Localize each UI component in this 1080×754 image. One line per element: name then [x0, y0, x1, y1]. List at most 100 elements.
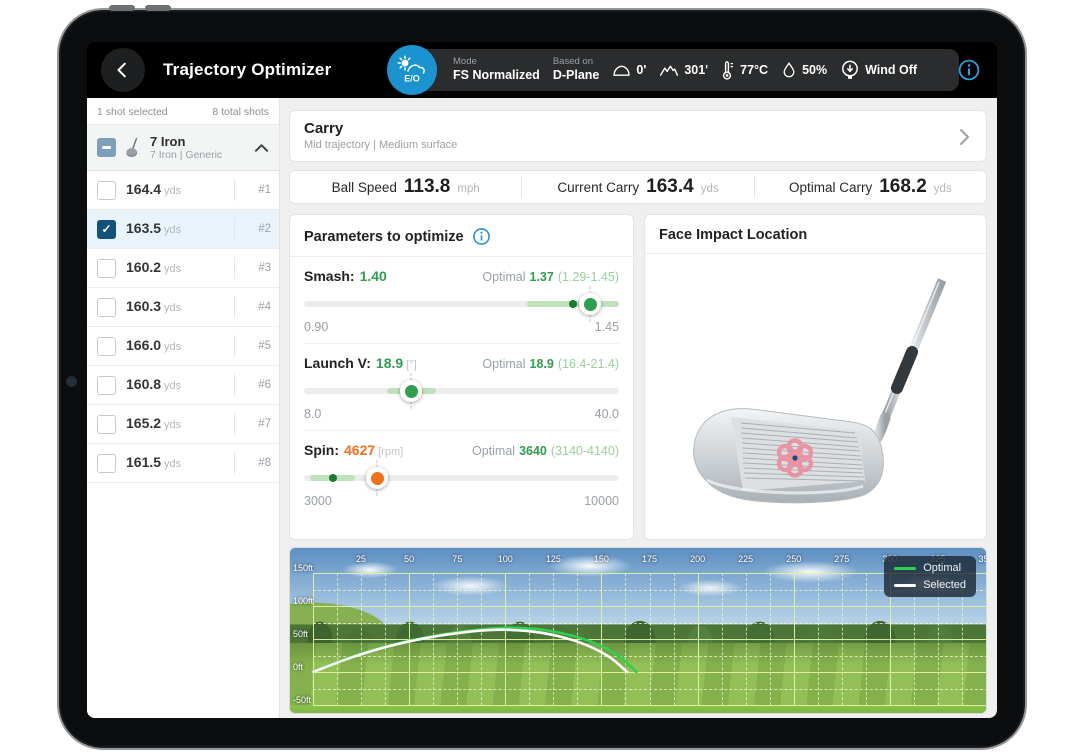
env-item-temperature[interactable]: 77°C [721, 60, 768, 80]
club-subtitle: 7 Iron | Generic [150, 149, 222, 161]
x-tick-label: 350 [978, 554, 987, 564]
shot-number: #5 [245, 340, 271, 352]
divider [234, 218, 235, 240]
x-tick-label: 25 [356, 554, 366, 564]
shot-row[interactable]: ✓163.5yds#2 [87, 210, 279, 249]
shot-row[interactable]: 160.3yds#4 [87, 288, 279, 327]
y-tick-label: -50ft [293, 695, 311, 705]
shot-number: #4 [245, 301, 271, 313]
env-item-trajectory-dome[interactable]: 0' [612, 63, 646, 78]
trajectory-chart[interactable]: 2550751001251501752002252502753003253501… [289, 547, 987, 714]
shot-checkbox[interactable]: ✓ [97, 220, 116, 239]
shot-unit: yds [164, 458, 181, 470]
page-title: Trajectory Optimizer [163, 60, 331, 80]
shot-checkbox[interactable] [97, 454, 116, 473]
shot-carry: 164.4 [126, 181, 161, 197]
param-name: Spin: [304, 442, 339, 458]
shot-unit: yds [164, 263, 181, 275]
shot-unit: yds [164, 302, 181, 314]
param-slider-spin[interactable] [304, 465, 619, 491]
back-button[interactable] [101, 48, 145, 92]
optimal-marker-dot [329, 474, 337, 482]
elevation-icon [659, 63, 679, 78]
param-slider-smash[interactable] [304, 291, 619, 317]
x-tick-label: 50 [404, 554, 414, 564]
chart-legend: Optimal Selected [884, 556, 976, 597]
shot-number: #7 [245, 418, 271, 430]
shot-carry: 163.5 [126, 220, 161, 236]
x-tick-label: 75 [452, 554, 462, 564]
shot-row[interactable]: 161.5yds#8 [87, 444, 279, 483]
club-face-illustration [659, 260, 974, 532]
x-tick-label: 275 [834, 554, 849, 564]
stat-unit: mph [457, 183, 479, 195]
camera-dot [68, 378, 75, 385]
stat-value: 163.4 [646, 176, 694, 198]
stat-label: Ball Speed [332, 180, 397, 195]
shot-carry: 165.2 [126, 415, 161, 431]
app-bar: Trajectory Optimizer E/O [87, 42, 997, 98]
shot-row[interactable]: 166.0yds#5 [87, 327, 279, 366]
shot-checkbox[interactable] [97, 181, 116, 200]
env-item-elevation[interactable]: 301' [659, 63, 708, 78]
param-value: 18.9 [376, 355, 403, 371]
mode-block[interactable]: Mode FS Normalized [453, 57, 540, 82]
club-name: 7 Iron [150, 134, 222, 150]
divider [234, 374, 235, 396]
based-on-block[interactable]: Based on D-Plane [553, 57, 600, 82]
club-group-header[interactable]: 7 Iron 7 Iron | Generic [87, 125, 279, 171]
slider-max-label: 1.45 [595, 320, 619, 334]
carry-metric-card[interactable]: Carry Mid trajectory | Medium surface [289, 110, 987, 162]
shot-checkbox[interactable] [97, 298, 116, 317]
carry-subtitle: Mid trajectory | Medium surface [304, 139, 972, 151]
environment-optimizer-button[interactable]: E/O [387, 45, 437, 95]
shot-unit: yds [164, 419, 181, 431]
legend-item-selected: Selected [894, 579, 966, 591]
shot-unit: yds [164, 224, 181, 236]
y-tick-label: 150ft [293, 563, 313, 573]
optimal-value: 1.37 [530, 270, 554, 284]
divider [234, 335, 235, 357]
shot-row[interactable]: 160.8yds#6 [87, 366, 279, 405]
legend-label: Selected [923, 579, 966, 591]
shot-row[interactable]: 160.2yds#3 [87, 249, 279, 288]
tablet-frame: Trajectory Optimizer E/O [57, 8, 1027, 750]
chevron-up-icon [254, 143, 269, 153]
param-unit: [rpm] [378, 446, 403, 458]
shot-unit: yds [164, 185, 181, 197]
param-value: 4627 [344, 442, 375, 458]
y-tick-label: 0ft [293, 662, 303, 672]
volume-button [145, 5, 171, 11]
shot-checkbox[interactable] [97, 376, 116, 395]
slider-handle[interactable] [400, 380, 422, 402]
parameters-info-icon[interactable] [472, 227, 491, 246]
shot-number: #8 [245, 457, 271, 469]
slider-handle[interactable] [579, 293, 601, 315]
param-launch-v: Launch V:18.9[°]Optimal18.9(16.4-21.4)8.… [304, 343, 619, 430]
slider-handle[interactable] [366, 467, 388, 489]
golf-club-icon [124, 136, 142, 160]
param-spin: Spin:4627[rpm]Optimal3640(3140-4140)3000… [304, 430, 619, 517]
optimal-value: 18.9 [530, 357, 554, 371]
screen: Trajectory Optimizer E/O [87, 42, 997, 718]
shot-checkbox[interactable] [97, 259, 116, 278]
main-panel: Carry Mid trajectory | Medium surface Ba… [280, 98, 997, 718]
slider-min-label: 8.0 [304, 407, 321, 421]
svg-text:E/O: E/O [404, 74, 420, 84]
info-button[interactable] [956, 57, 982, 83]
legend-item-optimal: Optimal [894, 562, 966, 574]
club-group-checkbox[interactable] [97, 138, 116, 157]
slider-min-label: 0.90 [304, 320, 328, 334]
collapse-group-button[interactable] [254, 143, 269, 153]
env-item-humidity[interactable]: 50% [781, 61, 827, 80]
shot-unit: yds [164, 341, 181, 353]
shot-row[interactable]: 165.2yds #7 [87, 405, 279, 444]
shot-list-sidebar: 1 shot selected 8 total shots 7 Iron 7 I… [87, 98, 280, 718]
temperature-icon [721, 60, 735, 80]
x-tick-label: 175 [642, 554, 657, 564]
shot-checkbox[interactable] [97, 415, 116, 434]
shot-checkbox[interactable] [97, 337, 116, 356]
env-item-wind[interactable]: Wind Off [840, 60, 917, 80]
shot-row[interactable]: 164.4yds#1 [87, 171, 279, 210]
param-slider-launch-v[interactable] [304, 378, 619, 404]
